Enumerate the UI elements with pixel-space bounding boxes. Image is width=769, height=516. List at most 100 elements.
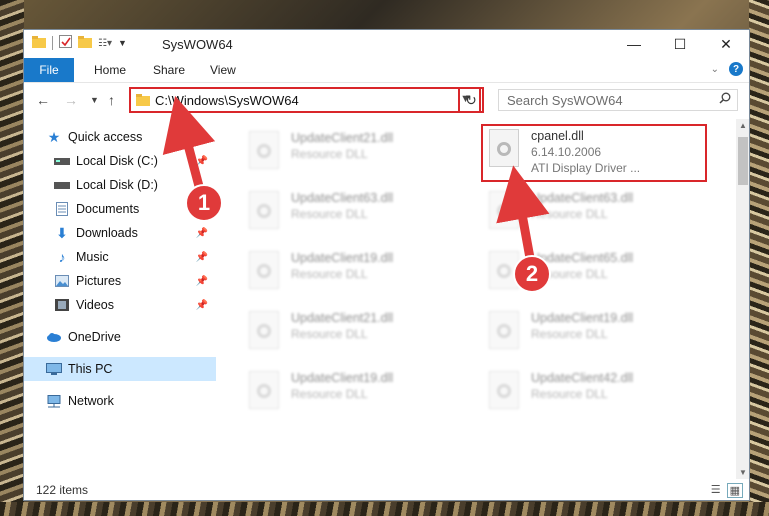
tab-file[interactable]: File [24,58,74,82]
scroll-up-icon[interactable]: ▲ [739,121,747,130]
dll-file-icon [489,191,519,229]
chevron-down-icon[interactable]: ▼ [118,38,127,48]
address-bar[interactable]: C:\Windows\SysWOW64 ▼ [129,87,481,113]
callout-badge-2: 2 [513,255,551,293]
desktop-background-left [0,0,24,516]
navigation-pane: ★ Quick access Local Disk (C:) 📌 Local D… [24,119,216,479]
sidebar-item-label: Videos [76,298,114,312]
refresh-button[interactable]: ↻ [458,87,484,113]
sidebar-item-videos[interactable]: Videos 📌 [24,293,216,317]
sidebar-item-label: Pictures [76,274,122,288]
folder-icon [32,35,46,51]
scroll-down-icon[interactable]: ▼ [739,468,747,477]
list-item[interactable]: UpdateClient21.dll Resource DLL [243,305,473,361]
network-icon [46,394,62,408]
sidebar-item-label: Network [68,394,114,408]
recent-locations-chevron-icon[interactable]: ▼ [90,95,99,105]
tab-share[interactable]: Share [153,63,185,77]
pin-icon: 📌 [195,227,208,239]
desktop-background-right [749,0,769,516]
file-type: Resource DLL [531,327,608,341]
file-type: Resource DLL [531,387,608,401]
refresh-icon: ↻ [465,91,477,108]
expand-ribbon-icon[interactable]: ⌄ [711,64,719,75]
sidebar-item-quick-access[interactable]: ★ Quick access [46,125,216,149]
file-type: Resource DLL [291,267,368,281]
computer-icon [46,362,62,376]
star-icon: ★ [47,128,61,145]
dll-file-icon [489,311,519,349]
file-name: UpdateClient19.dll [291,251,394,265]
dll-file-icon [489,371,519,409]
tab-home[interactable]: Home [94,63,126,77]
cpanel-highlight-box [481,124,707,182]
desktop-background-bottom [0,502,769,516]
maximize-button[interactable]: ☐ [657,30,703,58]
sidebar-item-local-disk-c[interactable]: Local Disk (C:) 📌 [24,149,216,173]
explorer-window: ☷▾ ▼ SysWOW64 — ☐ ✕ File Home Share View… [23,29,750,501]
new-folder-icon[interactable] [78,35,92,51]
customize-toolbar-icon[interactable]: ☷▾ [98,38,112,49]
search-box[interactable]: Search SysWOW64 [498,89,738,111]
pin-icon: 📌 [195,299,208,311]
sidebar-item-onedrive[interactable]: OneDrive [24,325,216,349]
file-name: UpdateClient19.dll [531,311,634,325]
file-type: Resource DLL [291,147,368,161]
file-type: Resource DLL [531,207,608,221]
sidebar-item-downloads[interactable]: ⬇ Downloads 📌 [24,221,216,245]
sidebar-item-label: OneDrive [68,330,121,344]
list-item[interactable]: UpdateClient63.dll Resource DLL [483,185,713,241]
dll-file-icon [249,191,279,229]
tab-view[interactable]: View [210,63,236,77]
videos-icon [54,298,70,312]
navigation-bar: ← → ▼ ↑ C:\Windows\SysWOW64 ▼ ↻ Search S… [24,83,749,117]
window-controls: — ☐ ✕ [611,30,749,58]
sidebar-item-this-pc[interactable]: This PC [24,357,216,381]
toolbar-separator [52,36,53,50]
ribbon-right-controls: ⌄ ? [711,62,743,76]
file-name: UpdateClient21.dll [291,311,394,325]
properties-icon[interactable] [59,35,72,51]
sidebar-item-label: Documents [76,202,140,216]
list-item[interactable]: UpdateClient42.dll Resource DLL [483,365,713,421]
list-item[interactable]: UpdateClient19.dll Resource DLL [243,245,473,301]
file-type: Resource DLL [291,387,368,401]
vertical-scrollbar[interactable]: ▲ ▼ [736,119,749,479]
list-item[interactable]: UpdateClient21.dll Resource DLL [243,125,473,181]
sidebar-item-network[interactable]: Network [24,389,216,413]
drive-icon [54,154,70,168]
list-item[interactable]: UpdateClient63.dll Resource DLL [243,185,473,241]
sidebar-item-label: Quick access [68,130,143,144]
quick-access-toolbar: ☷▾ ▼ [32,35,127,51]
dll-file-icon [249,311,279,349]
help-icon[interactable]: ? [729,62,743,76]
list-item[interactable]: UpdateClient19.dll Resource DLL [483,305,713,361]
sidebar-item-label: Downloads [76,226,138,240]
status-bar: 122 items ☰ ▦ [24,480,749,500]
window-title: SysWOW64 [162,37,233,52]
file-type: Resource DLL [291,327,368,341]
forward-arrow-icon[interactable]: → [64,92,78,108]
file-name: UpdateClient63.dll [291,191,394,205]
sidebar-item-music[interactable]: ♪ Music 📌 [24,245,216,269]
address-path: C:\Windows\SysWOW64 [155,93,299,108]
up-arrow-icon[interactable]: ↑ [108,92,115,108]
close-button[interactable]: ✕ [703,30,749,58]
minimize-button[interactable]: — [611,30,657,58]
documents-icon [54,202,70,216]
pin-icon: 📌 [195,155,208,167]
dll-file-icon [249,371,279,409]
drive-icon [54,178,70,192]
view-switcher: ☰ ▦ [711,483,743,498]
sidebar-item-label: This PC [68,362,113,376]
item-count: 122 items [36,483,89,497]
sidebar-item-pictures[interactable]: Pictures 📌 [24,269,216,293]
large-icons-view-icon[interactable]: ▦ [726,483,743,498]
details-view-icon[interactable]: ☰ [711,483,721,498]
back-arrow-icon[interactable]: ← [36,92,50,108]
sidebar-item-label: Music [76,250,109,264]
list-item[interactable]: UpdateClient19.dll Resource DLL [243,365,473,421]
music-note-icon: ♪ [58,249,66,265]
file-name: UpdateClient19.dll [291,371,394,385]
scrollbar-thumb[interactable] [738,137,748,185]
